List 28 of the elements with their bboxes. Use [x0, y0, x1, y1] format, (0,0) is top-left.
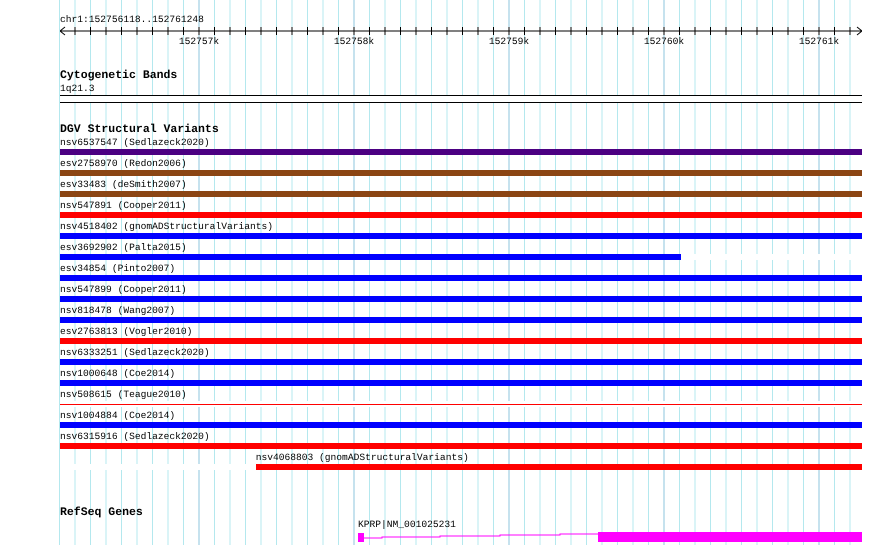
- location-label: chr1:152756118..152761248: [60, 14, 204, 25]
- track-title: RefSeq Genes: [60, 506, 143, 519]
- variant-label: nsv6315916 (Sedlazeck2020): [60, 431, 210, 442]
- ruler-tick-label: 152759k: [488, 36, 530, 48]
- variant-label: esv2763813 (Vogler2010): [60, 326, 192, 337]
- variant-label: nsv1000648 (Coe2014): [60, 368, 176, 379]
- variant-label: esv3692902 (Palta2015): [60, 242, 187, 253]
- variant-label: esv2758970 (Redon2006): [60, 158, 187, 169]
- variant-label: nsv818478 (Wang2007): [60, 305, 176, 316]
- variant-label: nsv4518402 (gnomADStructuralVariants): [60, 221, 274, 232]
- track-title: Cytogenetic Bands: [60, 69, 178, 82]
- variant-label: nsv6537547 (Sedlazeck2020): [60, 137, 210, 148]
- ruler-tick-label: 152761k: [798, 36, 840, 48]
- gene-label: KPRP|NM_001025231: [358, 519, 456, 530]
- variant-label: nsv1004884 (Coe2014): [60, 410, 176, 421]
- band-label: 1q21.3: [60, 83, 95, 94]
- gene-model-drawing[interactable]: [358, 532, 862, 542]
- ruler-tick-label: 152760k: [644, 36, 684, 48]
- variant-label: nsv4068803 (gnomADStructuralVariants): [256, 452, 469, 463]
- ruler-tick-label: 152757k: [178, 36, 220, 48]
- variant-label: nsv547899 (Cooper2011): [60, 284, 187, 295]
- track-title: DGV Structural Variants: [60, 123, 219, 136]
- variant-label: nsv547891 (Cooper2011): [60, 200, 187, 211]
- variant-label: esv34854 (Pinto2007): [60, 263, 176, 274]
- variant-label: nsv508615 (Teague2010): [60, 389, 187, 400]
- ruler-tick-label: 152758k: [334, 36, 374, 48]
- variant-label: esv33483 (deSmith2007): [60, 179, 187, 190]
- variant-label: nsv6333251 (Sedlazeck2020): [60, 347, 210, 358]
